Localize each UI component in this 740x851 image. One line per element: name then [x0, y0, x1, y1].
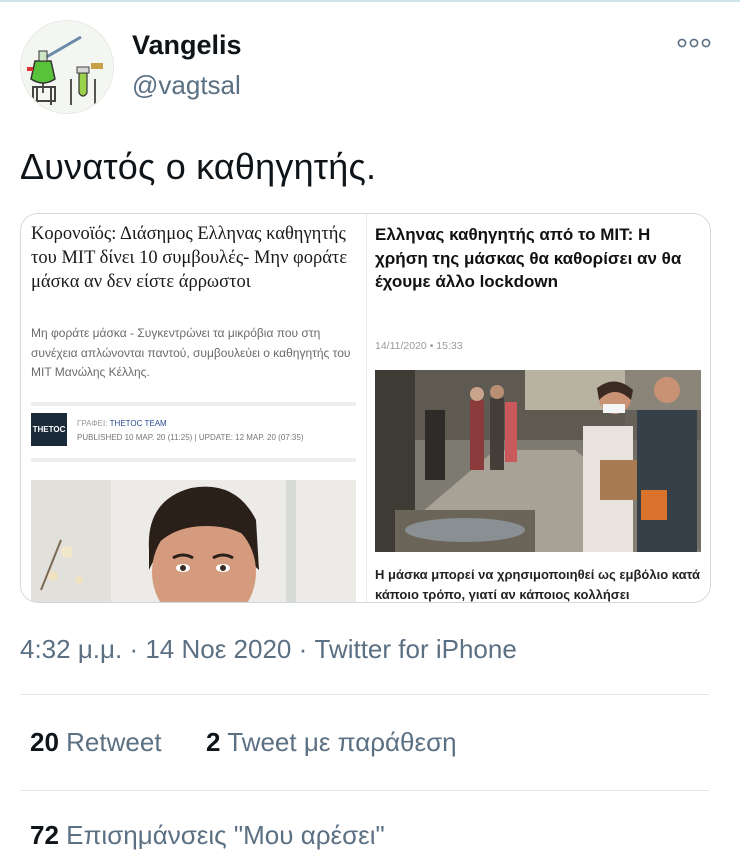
- left-author: THETOC TEAM: [109, 419, 167, 428]
- tweet-timestamp-source[interactable]: 4:32 μ.μ. · 14 Νοε 2020 · Twitter for iP…: [20, 634, 517, 665]
- author-handle[interactable]: @vagtsal: [132, 70, 241, 101]
- right-screenshot[interactable]: Ελληνας καθηγητής από το MIT: Η χρήση τη…: [367, 214, 710, 602]
- retweets-count: 20: [30, 727, 59, 757]
- right-article-datetime: 14/11/2020 • 15:33: [375, 340, 463, 352]
- divider-2: [20, 790, 709, 791]
- left-article-title: Κορονοϊός: Διάσημος Ελληνας καθηγητής το…: [31, 224, 348, 292]
- quotes-count: 2: [206, 727, 221, 757]
- left-article-lede: Μη φοράτε μάσκα - Συγκεντρώνει τα μικρόβ…: [31, 326, 351, 379]
- engagement-stats: 20 Retweet 2 Tweet με παράθεση: [30, 727, 457, 758]
- left-separator-2: [31, 458, 356, 462]
- left-author-line: ΓΡΑΦΕΙ: THETOC TEAM: [77, 419, 167, 428]
- avatar[interactable]: [20, 20, 114, 114]
- left-published: PUBLISHED 10 ΜΑΡ. 20 (11:25) | UPDATE: 1…: [77, 433, 304, 442]
- avatar-lab-illustration: [21, 21, 113, 113]
- left-screenshot[interactable]: Κορονοϊός: Διάσημος Ελληνας καθηγητής το…: [21, 214, 366, 602]
- left-separator: [31, 402, 356, 406]
- right-article-caption: Η μάσκα μπορεί να χρησιμοποιηθεί ως εμβό…: [375, 567, 701, 602]
- right-article-date: 14/11/2020: [375, 340, 427, 352]
- divider-1: [20, 694, 709, 695]
- thetoc-logo: THETOC: [31, 413, 67, 446]
- left-author-prefix: ΓΡΑΦΕΙ:: [77, 419, 108, 428]
- right-article-title: Ελληνας καθηγητής από το MIT: Η χρήση τη…: [375, 225, 682, 291]
- right-article-time: 15:33: [436, 340, 463, 352]
- likes[interactable]: 72 Επισημάνσεις "Μου αρέσει": [30, 820, 385, 851]
- tweet-text: Δυνατός ο καθηγητής.: [20, 146, 377, 187]
- top-divider: [0, 0, 740, 2]
- retweets[interactable]: 20 Retweet: [30, 727, 162, 757]
- quote-tweets[interactable]: 2 Tweet με παράθεση: [206, 727, 457, 757]
- embedded-image-card[interactable]: Κορονοϊός: Διάσημος Ελληνας καθηγητής το…: [20, 213, 711, 603]
- left-article-photo: [31, 480, 356, 602]
- retweets-label: Retweet: [66, 727, 162, 757]
- right-article-photo: [375, 370, 701, 552]
- quotes-label: Tweet με παράθεση: [227, 727, 457, 757]
- author-name[interactable]: Vangelis: [132, 30, 242, 61]
- more-options-icon[interactable]: [677, 36, 711, 50]
